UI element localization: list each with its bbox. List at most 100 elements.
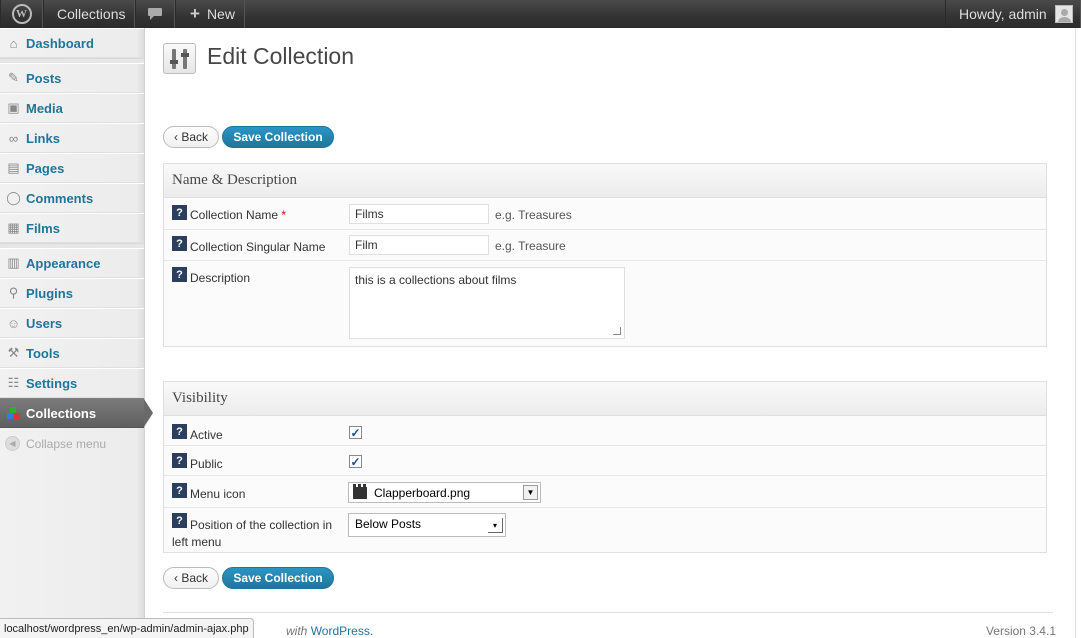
save-collection-button[interactable]: Save Collection (222, 126, 334, 148)
active-row: ? Active ✓ (164, 417, 1046, 446)
comments-button[interactable] (135, 0, 175, 28)
dropdown-arrow-icon: ▼ (523, 485, 538, 500)
appearance-icon: ▥ (7, 255, 20, 270)
footer-thanks-prefix: with (286, 624, 311, 638)
window-edge (1075, 28, 1081, 638)
singular-name-input[interactable]: Film (349, 235, 489, 255)
sidebar-item-label: Pages (26, 160, 65, 176)
plugin-icon: ⚲ (8, 285, 19, 300)
required-asterisk: * (281, 208, 287, 222)
help-icon[interactable]: ? (172, 424, 187, 439)
plus-icon: + (190, 4, 200, 23)
singular-name-label: Collection Singular Name (190, 240, 326, 254)
howdy-label: Howdy, admin (959, 6, 1047, 22)
public-checkbox[interactable]: ✓ (349, 455, 362, 469)
description-text: this is a collections about films (355, 273, 517, 287)
active-label: Active (190, 428, 223, 442)
footer-divider (163, 612, 1053, 613)
users-icon: ☺ (6, 315, 21, 331)
collection-name-input[interactable]: Films (349, 204, 489, 224)
admin-bar: W Collections + New Howdy, admin (0, 0, 1081, 28)
link-icon: ∞ (8, 130, 19, 146)
menu-icon-label: Menu icon (190, 487, 246, 501)
comment-bubble-icon (148, 8, 162, 20)
singular-name-row: ? Collection Singular Name Film e.g. Tre… (164, 230, 1046, 261)
sidebar-item-plugins[interactable]: ⚲ Plugins (0, 278, 144, 308)
description-row: ? Description this is a collections abou… (164, 261, 1046, 346)
back-button[interactable]: ‹ Back (163, 126, 219, 148)
sidebar-item-pages[interactable]: ▤ Pages (0, 153, 144, 183)
back-button-bottom[interactable]: ‹ Back (163, 567, 219, 589)
menu-position-row: ? Position of the collection in left men… (164, 508, 1046, 552)
page-title: Edit Collection (207, 43, 355, 69)
help-icon[interactable]: ? (172, 483, 187, 498)
resize-grip-icon[interactable] (613, 327, 621, 335)
sidebar-item-tools[interactable]: ⚒ Tools (0, 338, 144, 368)
sidebar-item-label: Comments (26, 190, 94, 206)
sidebar-item-media[interactable]: ▣ Media (0, 93, 144, 123)
sidebar-item-appearance[interactable]: ▥ Appearance (0, 248, 144, 278)
sidebar-item-label: Appearance (26, 255, 101, 271)
help-icon[interactable]: ? (172, 453, 187, 468)
collection-name-row: ? Collection Name * Films e.g. Treasures (164, 199, 1046, 230)
active-checkbox[interactable]: ✓ (349, 426, 362, 440)
status-bar-url: localhost/wordpress_en/wp-admin/admin-aj… (0, 618, 254, 638)
menu-position-label: Position of the collection in left menu (172, 518, 333, 549)
film-icon: ▦ (7, 220, 20, 235)
sidebar-item-films[interactable]: ▦ Films (0, 213, 144, 243)
wordpress-logo-button[interactable]: W (0, 0, 43, 28)
sidebar-item-settings[interactable]: ☷ Settings (0, 368, 144, 398)
settings-icon: ☷ (7, 375, 20, 390)
menu-icon-row: ? Menu icon Clapperboard.png ▼ (164, 476, 1046, 508)
sidebar-item-label: Links (26, 130, 60, 146)
footer-version: Version 3.4.1 (985, 624, 1056, 638)
save-collection-button-bottom[interactable]: Save Collection (222, 567, 334, 589)
wordpress-link[interactable]: WordPress. (311, 624, 373, 638)
dropdown-arrow-icon: ▾ (488, 518, 503, 533)
account-menu[interactable]: Howdy, admin (945, 0, 1081, 28)
media-icon: ▣ (7, 100, 20, 115)
site-name-label: Collections (57, 6, 126, 22)
help-icon[interactable]: ? (172, 205, 187, 220)
clapperboard-icon (353, 483, 367, 499)
site-name-link[interactable]: Collections (43, 0, 135, 28)
sidebar-item-posts[interactable]: ✎ Posts (0, 63, 144, 93)
sidebar-item-label: Users (26, 315, 63, 331)
public-row: ? Public ✓ (164, 446, 1046, 476)
menu-icon-value: Clapperboard.png (374, 485, 471, 500)
section-title: Visibility (164, 382, 1046, 416)
description-textarea[interactable]: this is a collections about films (349, 267, 625, 339)
collection-name-hint: e.g. Treasures (495, 208, 572, 222)
tools-icon: ⚒ (7, 345, 20, 360)
sidebar-item-collections[interactable]: Collections (0, 398, 153, 428)
new-content-button[interactable]: + New (175, 0, 245, 28)
tools-page-icon (163, 43, 196, 74)
help-icon[interactable]: ? (172, 236, 187, 251)
name-description-section: Name & Description ? Collection Name * F… (163, 163, 1047, 347)
sidebar-item-label: Collections (26, 405, 97, 421)
wordpress-logo-icon: W (11, 4, 32, 24)
collapse-menu-button[interactable]: ◀ Collapse menu (5, 436, 106, 451)
collections-icon (5, 405, 22, 422)
menu-position-value: Below Posts (355, 517, 422, 531)
help-icon[interactable]: ? (172, 267, 187, 282)
avatar (1054, 5, 1073, 23)
admin-sidebar: ⌂ Dashboard ✎ Posts ▣ Media ∞ Links ▤ Pa… (0, 28, 153, 638)
sidebar-item-label: Posts (26, 70, 62, 86)
collection-name-label: Collection Name * (190, 208, 287, 222)
visibility-section: Visibility ? Active ✓ ? Public ✓ ? Menu … (163, 381, 1047, 553)
sidebar-item-users[interactable]: ☺ Users (0, 308, 144, 338)
sidebar-item-label: Dashboard (26, 35, 94, 51)
menu-icon-select[interactable]: Clapperboard.png ▼ (348, 482, 541, 503)
sidebar-item-dashboard[interactable]: ⌂ Dashboard (0, 28, 144, 58)
sidebar-item-label: Tools (26, 345, 60, 361)
footer-thanks: with WordPress. (286, 624, 373, 638)
dashboard-icon: ⌂ (9, 35, 18, 51)
sidebar-item-label: Plugins (26, 285, 73, 301)
sidebar-item-comments[interactable]: ◯ Comments (0, 183, 144, 213)
new-label: New (206, 6, 235, 22)
sidebar-item-links[interactable]: ∞ Links (0, 123, 144, 153)
menu-position-select[interactable]: Below Posts ▾ (348, 513, 506, 537)
sidebar-item-label: Settings (26, 375, 78, 391)
comment-icon: ◯ (6, 190, 21, 205)
